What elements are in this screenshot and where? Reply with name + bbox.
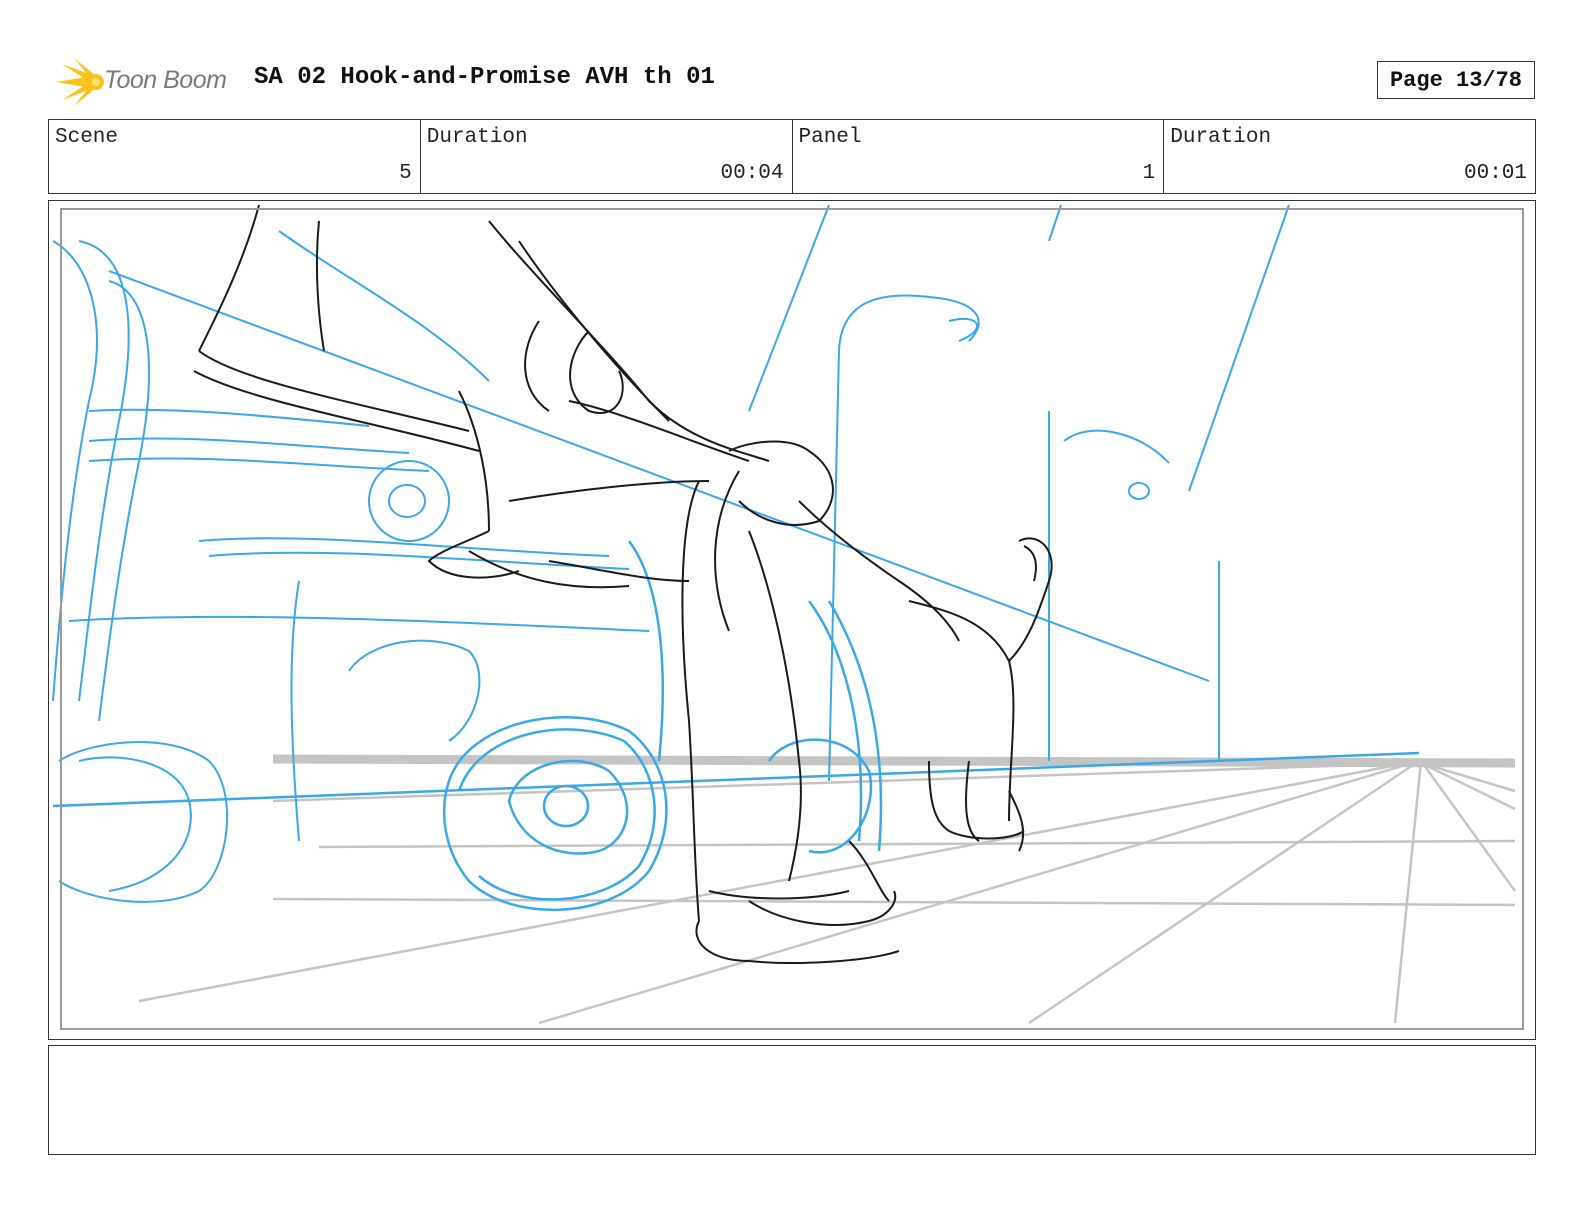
scene-value: 5	[399, 162, 412, 185]
safe-area-frame	[60, 208, 1524, 1030]
panel-label: Panel	[798, 126, 862, 149]
panel-cell: Panel 1	[793, 120, 1165, 193]
panel-info-table: Scene 5 Duration 00:04 Panel 1 Duration …	[48, 119, 1536, 194]
panel-notes-box	[48, 1045, 1536, 1155]
scene-duration-value: 00:04	[720, 162, 784, 185]
starburst-logo-icon	[56, 58, 104, 106]
panel-duration-cell: Duration 00:01	[1164, 120, 1535, 193]
document-title: SA 02 Hook-and-Promise AVH th 01	[254, 64, 715, 91]
panel-duration-value: 00:01	[1463, 162, 1527, 185]
page-number-label: Page 13/78	[1389, 67, 1523, 93]
storyboard-panel-frame	[48, 200, 1536, 1040]
scene-duration-cell: Duration 00:04	[421, 120, 793, 193]
scene-cell: Scene 5	[49, 120, 421, 193]
scene-duration-label: Duration	[426, 126, 528, 149]
page-number-box: Page 13/78	[1377, 61, 1535, 99]
toon-boom-logo: Toon Boom	[52, 56, 242, 108]
panel-value: 1	[1142, 162, 1156, 185]
logo-wordmark: Toon Boom	[104, 66, 227, 94]
panel-duration-label: Duration	[1170, 126, 1272, 149]
scene-label: Scene	[55, 126, 119, 149]
